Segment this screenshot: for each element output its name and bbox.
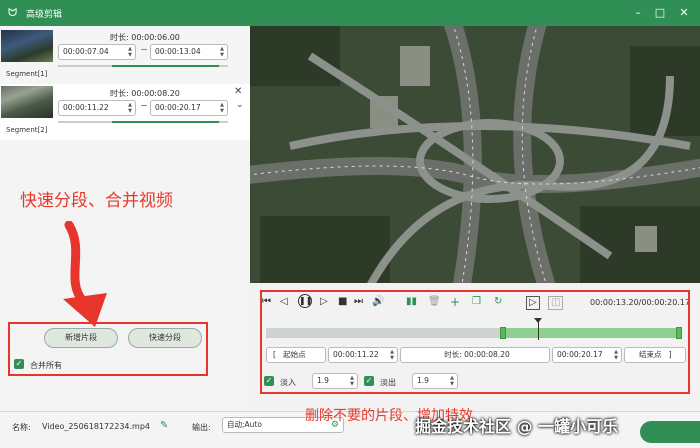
playhead[interactable] <box>534 318 542 340</box>
output-label: 输出: <box>192 423 211 432</box>
segment-label: Segment[1] <box>6 70 48 78</box>
start-time-input[interactable]: 00:00:11.22 ▲ ▼ <box>328 347 398 363</box>
end-time-input[interactable]: 00:00:20.17 ▲ ▼ <box>552 347 622 363</box>
segment-delete-icon[interactable]: ✕ <box>234 86 242 97</box>
segment-duration: 时长: 00:00:08.20 <box>110 89 180 98</box>
segment-item[interactable]: Segment[2] 时长: 00:00:08.20 00:00:11.22 ▲ ▼… <box>0 84 250 140</box>
chevron-down-icon[interactable]: ⌄ <box>236 100 244 110</box>
fade-in-label: 淡入 <box>280 378 296 387</box>
segment-end-input[interactable]: 00:00:20.17 ▲ ▼ <box>150 100 228 116</box>
control-panel: ⏮ ◁ ❚❚ ▷ ■ ⏭ 🔊 ▮▮ 🗑 + ❐ ↻ ▷ ◫ 00:00:13.2… <box>250 283 700 411</box>
file-name: Video_250618172234.mp4 <box>42 422 150 431</box>
stepper-icon[interactable]: ▲ ▼ <box>450 375 454 387</box>
stepper-icon[interactable]: ▲ ▼ <box>128 46 132 58</box>
fade-out-input[interactable]: 1.9 ▲ ▼ <box>412 373 458 389</box>
segment-end-input[interactable]: 00:00:13.04 ▲ ▼ <box>150 44 228 60</box>
export-button[interactable] <box>640 421 700 443</box>
fade-out-checkbox[interactable]: ✓ <box>364 376 374 386</box>
trim-duration: 时长: 00:00:08.20 <box>400 347 550 363</box>
annotation-arrow-icon <box>63 221 107 327</box>
merge-all-checkbox[interactable]: ✓ <box>14 359 24 369</box>
segment-start-input[interactable]: 00:00:07.04 ▲ ▼ <box>58 44 136 60</box>
stepper-icon[interactable]: ▲ ▼ <box>220 46 224 58</box>
fade-out-label: 淡出 <box>380 378 396 387</box>
set-start-button[interactable]: [ 起始点 <box>266 347 326 363</box>
set-end-button[interactable]: 结束点 ] <box>624 347 686 363</box>
stepper-icon[interactable]: ▲ ▼ <box>128 102 132 114</box>
timeline-track[interactable] <box>266 327 682 339</box>
stepper-icon[interactable]: ▲ ▼ <box>350 375 354 387</box>
segment-duration: 时长: 00:00:06.00 <box>110 33 180 42</box>
annotation-split-merge: 快速分段、合并视频 <box>20 191 173 211</box>
window-title: 高级剪辑 <box>26 10 63 20</box>
minimize-button[interactable]: – <box>630 5 646 21</box>
merge-all-label: 合并所有 <box>30 361 62 370</box>
range-dash <box>141 49 147 50</box>
stepper-icon[interactable]: ▲ ▼ <box>220 102 224 114</box>
segment-progress-bar <box>58 65 228 67</box>
video-preview[interactable] <box>250 26 700 283</box>
quick-split-button[interactable]: 快速分段 <box>128 328 202 348</box>
stepper-icon[interactable]: ▲ ▼ <box>390 349 394 361</box>
stepper-icon[interactable]: ▲ ▼ <box>614 349 618 361</box>
bunny-logo-icon: ᗢ <box>8 6 18 19</box>
fade-in-checkbox[interactable]: ✓ <box>264 376 274 386</box>
close-button[interactable]: ✕ <box>676 5 692 21</box>
segment-start-input[interactable]: 00:00:11.22 ▲ ▼ <box>58 100 136 116</box>
video-frame <box>250 26 700 283</box>
maximize-button[interactable]: □ <box>652 5 668 21</box>
add-segment-button[interactable]: 新增片段 <box>44 328 118 348</box>
range-dash <box>141 105 147 106</box>
timeline-handle-end[interactable] <box>676 327 682 339</box>
title-bar: ᗢ 高级剪辑 – □ ✕ <box>0 0 700 26</box>
timeline-handle-start[interactable] <box>500 327 506 339</box>
segment-panel: Segment[1] 时长: 00:00:06.00 00:00:07.04 ▲ ▼… <box>0 26 250 411</box>
segment-label: Segment[2] <box>6 126 48 134</box>
segment-progress-fill <box>112 121 220 123</box>
edit-icon[interactable]: ✎ <box>160 420 168 431</box>
segment-thumbnail <box>1 86 53 118</box>
segment-item[interactable]: Segment[1] 时长: 00:00:06.00 00:00:07.04 ▲ ▼… <box>0 28 250 84</box>
fade-in-input[interactable]: 1.9 ▲ ▼ <box>312 373 358 389</box>
segment-progress-bar <box>58 121 228 123</box>
watermark: 掘金技术社区 @ 一罐小可乐 <box>415 417 619 436</box>
timeline-selection[interactable] <box>502 328 682 338</box>
segment-progress-fill <box>112 65 220 67</box>
segment-thumbnail <box>1 30 53 62</box>
name-label: 名称: <box>12 423 31 432</box>
